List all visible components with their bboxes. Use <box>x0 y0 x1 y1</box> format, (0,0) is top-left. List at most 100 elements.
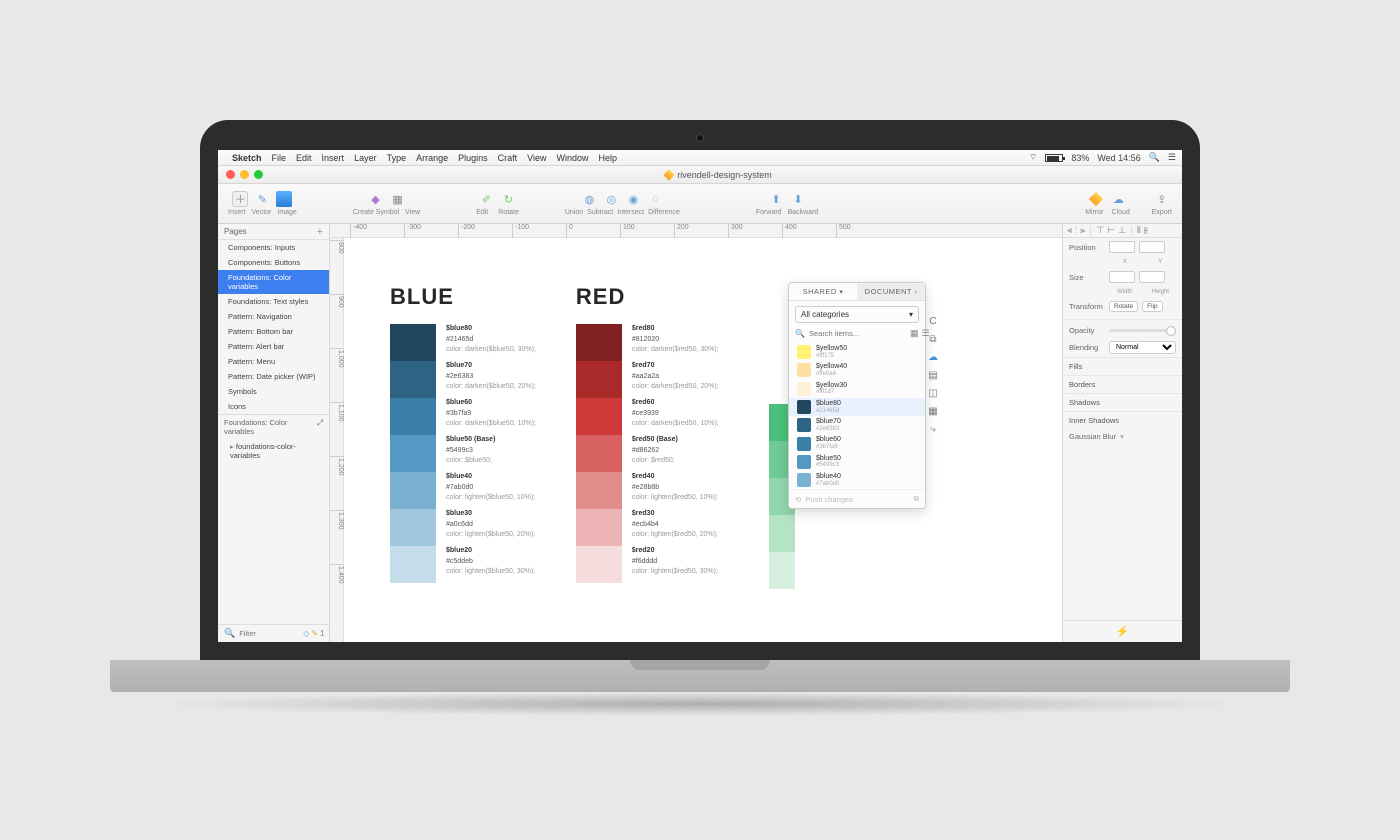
borders-section[interactable]: Borders <box>1063 375 1182 393</box>
edit-icon[interactable]: ✐ <box>479 191 495 207</box>
menu-arrange[interactable]: Arrange <box>416 153 448 163</box>
color-swatch[interactable] <box>576 472 622 509</box>
align-bottom-icon[interactable]: ⊥ <box>1118 225 1126 236</box>
color-row[interactable]: $red70#aa2a2acolor: darken($red50, 20%); <box>576 361 719 398</box>
align-left-icon[interactable]: ⫷ <box>1067 225 1072 236</box>
color-row[interactable]: $blue50 (Base)#5499c3color: $blue50; <box>390 435 536 472</box>
create-symbol-icon[interactable]: ◆ <box>368 191 384 207</box>
page-item[interactable]: Foundations: Color variables <box>218 270 329 294</box>
color-swatch[interactable] <box>769 515 795 552</box>
close-window-button[interactable] <box>226 170 235 179</box>
page-item[interactable]: Symbols <box>218 384 329 399</box>
menu-type[interactable]: Type <box>387 153 407 163</box>
view-icon[interactable]: ▦ <box>390 191 406 207</box>
inner-shadows-section[interactable]: Inner Shadows <box>1063 411 1182 429</box>
battery-icon[interactable] <box>1045 154 1063 162</box>
image-icon[interactable] <box>276 191 292 207</box>
rotate-button[interactable]: Rotate <box>1109 301 1138 312</box>
rotate-icon[interactable]: ↻ <box>501 191 517 207</box>
distribute-v-icon[interactable]: ⫵ <box>1144 225 1148 236</box>
difference-icon[interactable]: ◌ <box>647 191 663 207</box>
minimize-window-button[interactable] <box>240 170 249 179</box>
mirror-icon[interactable] <box>1088 191 1104 207</box>
menu-craft[interactable]: Craft <box>498 153 518 163</box>
page-item[interactable]: Foundations: Text styles <box>218 294 329 309</box>
filter-input[interactable] <box>239 629 299 638</box>
page-item[interactable]: Pattern: Date picker (WIP) <box>218 369 329 384</box>
app-name[interactable]: Sketch <box>232 153 262 163</box>
wifi-icon[interactable]: ⌔ <box>1029 152 1037 163</box>
canvas-artboard[interactable]: BLUE $blue80#21465dcolor: darken($blue50… <box>344 238 1062 642</box>
color-row[interactable]: $red30#ecb4b4color: lighten($red50, 20%)… <box>576 509 719 546</box>
color-row[interactable]: $blue80#21465dcolor: darken($blue50, 30%… <box>390 324 536 361</box>
position-x-input[interactable] <box>1109 241 1135 253</box>
forward-icon[interactable]: ⬆ <box>768 191 784 207</box>
menu-file[interactable]: File <box>272 153 287 163</box>
color-swatch[interactable] <box>576 546 622 583</box>
zoom-window-button[interactable] <box>254 170 263 179</box>
craft-cloud-icon[interactable]: ☁ <box>926 352 940 366</box>
craft-sync-icon[interactable]: ⤷ <box>926 424 940 438</box>
distribute-h-icon[interactable]: ⫴ <box>1137 225 1141 236</box>
color-swatch[interactable] <box>390 546 436 583</box>
intersect-icon[interactable]: ◉ <box>625 191 641 207</box>
page-item[interactable]: Pattern: Bottom bar <box>218 324 329 339</box>
layer-item[interactable]: ▸ foundations-color-variables <box>218 439 329 463</box>
color-row[interactable]: $red20#f6ddddcolor: lighten($red50, 30%)… <box>576 546 719 583</box>
color-row[interactable]: $blue60#3b7fa9color: darken($blue50, 10%… <box>390 398 536 435</box>
blur-dropdown-icon[interactable]: ▾ <box>1120 432 1124 441</box>
plugin-bolt-icon[interactable]: ⚡ <box>1063 620 1182 642</box>
library-item[interactable]: $blue60#3b7fa9 <box>789 434 925 452</box>
menu-help[interactable]: Help <box>599 153 618 163</box>
page-item[interactable]: Pattern: Menu <box>218 354 329 369</box>
flip-button[interactable]: Flip <box>1142 301 1162 312</box>
sync-icon[interactable]: ⟲ <box>795 495 801 504</box>
color-row[interactable]: $red60#ce3939color: darken($red50, 10%); <box>576 398 719 435</box>
blend-mode-select[interactable]: Normal <box>1109 341 1176 354</box>
color-row[interactable]: $blue70#2e6383color: darken($blue50, 20%… <box>390 361 536 398</box>
union-icon[interactable]: ◍ <box>581 191 597 207</box>
tab-shared[interactable]: SHARED ▾ <box>789 283 857 300</box>
external-link-icon[interactable]: ⧉ <box>914 494 919 504</box>
craft-duplicate-icon[interactable]: ⧉ <box>926 334 940 348</box>
color-row[interactable]: $blue20#c5ddebcolor: lighten($blue50, 30… <box>390 546 536 583</box>
notification-center-icon[interactable]: ☰ <box>1168 152 1176 163</box>
craft-text-icon[interactable]: C <box>926 316 940 330</box>
craft-photo-icon[interactable]: ▤ <box>926 370 940 384</box>
page-item[interactable]: Components: Buttons <box>218 255 329 270</box>
insert-icon[interactable]: ＋ <box>232 191 248 207</box>
color-row[interactable]: $red40#e28b8bcolor: lighten($red50, 10%)… <box>576 472 719 509</box>
library-item[interactable]: $blue70#2e6383 <box>789 416 925 434</box>
menu-window[interactable]: Window <box>557 153 589 163</box>
view-grid-icon[interactable]: ▦ <box>910 328 919 339</box>
menu-layer[interactable]: Layer <box>354 153 377 163</box>
filter-chip-export[interactable]: ✎ <box>311 629 318 638</box>
color-row[interactable]: $red80#812020color: darken($red50, 30%); <box>576 324 719 361</box>
color-row[interactable]: $red50 (Base)#d86262color: $red50; <box>576 435 719 472</box>
craft-library-icon[interactable]: ▦ <box>926 406 940 420</box>
page-item[interactable]: Pattern: Alert bar <box>218 339 329 354</box>
align-center-h-icon[interactable]: ⫶ <box>1075 225 1077 236</box>
menu-plugins[interactable]: Plugins <box>458 153 488 163</box>
page-item[interactable]: Icons <box>218 399 329 414</box>
color-swatch[interactable] <box>390 398 436 435</box>
color-swatch[interactable] <box>576 361 622 398</box>
opacity-slider[interactable] <box>1109 329 1176 332</box>
add-page-button[interactable]: + <box>317 226 323 238</box>
align-top-icon[interactable]: ⊤ <box>1096 225 1104 236</box>
menu-insert[interactable]: Insert <box>322 153 345 163</box>
backward-icon[interactable]: ⬇ <box>790 191 806 207</box>
align-middle-icon[interactable]: ⊢ <box>1107 225 1115 236</box>
color-swatch[interactable] <box>390 324 436 361</box>
fills-section[interactable]: Fills <box>1063 357 1182 375</box>
menu-edit[interactable]: Edit <box>296 153 312 163</box>
export-icon[interactable]: ⇪ <box>1154 191 1170 207</box>
page-item[interactable]: Components: Inputs <box>218 240 329 255</box>
layers-expand-icon[interactable]: ⤢ <box>317 418 323 436</box>
cloud-icon[interactable]: ☁ <box>1110 191 1126 207</box>
align-right-icon[interactable]: ⫸ <box>1080 225 1085 236</box>
color-swatch[interactable] <box>576 398 622 435</box>
height-input[interactable] <box>1139 271 1165 283</box>
position-y-input[interactable] <box>1139 241 1165 253</box>
color-swatch[interactable] <box>390 435 436 472</box>
